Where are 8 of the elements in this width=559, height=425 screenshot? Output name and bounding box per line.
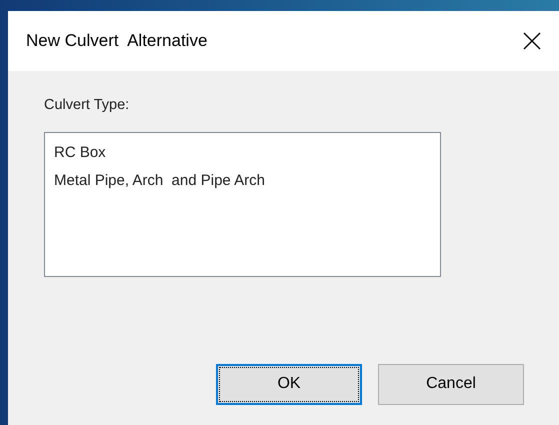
- list-item[interactable]: RC Box: [54, 138, 106, 167]
- dialog-button[interactable]: OK: [216, 364, 362, 405]
- list-item[interactable]: Metal Pipe, Arch and Pipe Arch: [54, 166, 265, 195]
- list-box[interactable]: RC Box Metal Pipe, Arch and Pipe Arch: [44, 132, 441, 277]
- close-icon[interactable]: [523, 32, 541, 50]
- dialog-button[interactable]: Cancel: [378, 364, 524, 405]
- window-title: New Culvert Alternative: [26, 30, 208, 52]
- field-label: Culvert Type:: [44, 96, 130, 115]
